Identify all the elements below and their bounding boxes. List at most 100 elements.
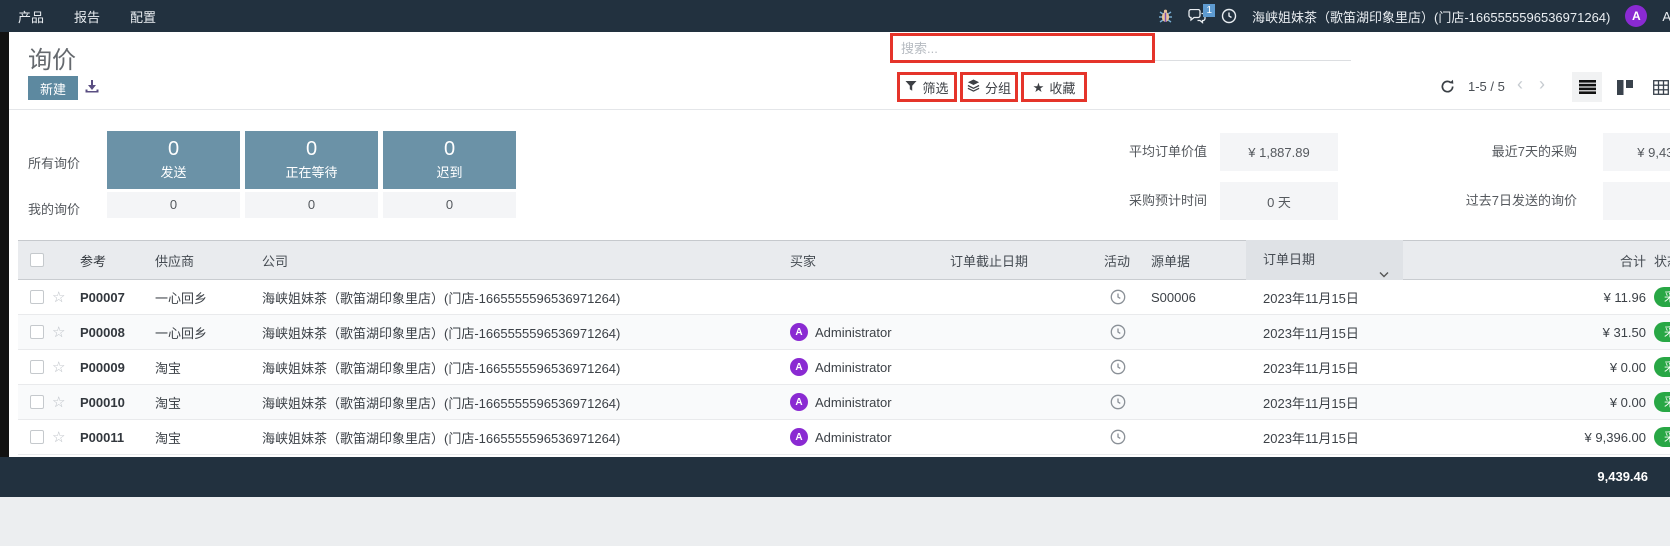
rfq-list-table: 参考 供应商 公司 买家 订单截止日期 活动 源单据 订单日期 合计 状态 ☆ … xyxy=(18,240,1670,455)
stat-label-lead-time: 采购预计时间 xyxy=(1027,182,1207,220)
buyer-name: Administrator xyxy=(815,360,892,375)
cell-vendor: 淘宝 xyxy=(155,428,259,447)
pager-next-icon[interactable]: › xyxy=(1539,74,1545,95)
kpi-my-waiting[interactable]: 0 xyxy=(245,192,378,218)
create-button[interactable]: 新建 xyxy=(28,76,78,100)
status-badge: 采购订单 xyxy=(1654,287,1670,307)
messages-icon[interactable]: 1 xyxy=(1188,9,1206,24)
clock-activity-icon[interactable] xyxy=(1110,289,1126,305)
header-total[interactable]: 合计 xyxy=(1403,251,1646,270)
header-buyer[interactable]: 买家 xyxy=(790,251,946,270)
top-navbar: 产品 报告 配置 1 xyxy=(0,0,1670,32)
favorite-star-icon[interactable]: ☆ xyxy=(52,430,70,445)
cell-company: 海峡姐妹茶（歌笛湖印象里店）(门店-1665555596536971264) xyxy=(262,428,786,447)
kpi-value: 0 xyxy=(383,138,516,161)
favorite-star-icon[interactable]: ☆ xyxy=(52,360,70,375)
favorite-star-icon[interactable]: ☆ xyxy=(52,395,70,410)
row-checkbox[interactable] xyxy=(30,360,44,374)
user-avatar[interactable]: A xyxy=(1625,5,1647,27)
status-badge: 采购订单 xyxy=(1654,427,1670,447)
cell-activity xyxy=(1104,324,1148,340)
refresh-icon[interactable] xyxy=(1440,79,1455,99)
status-badge: 采购订单 xyxy=(1654,392,1670,412)
pager-prev-icon[interactable]: ‹ xyxy=(1517,74,1523,95)
clock-activity-icon[interactable] xyxy=(1110,324,1126,340)
nav-item-configuration[interactable]: 配置 xyxy=(130,7,156,26)
activity-clock-icon[interactable] xyxy=(1221,8,1237,24)
buyer-avatar: A xyxy=(790,428,808,446)
nav-right-cluster: 1 海峡姐妹茶（歌笛湖印象里店）(门店-1665555596536971264)… xyxy=(1158,0,1670,32)
stat-label-rfq-sent-7d: 过去7日发送的询价 xyxy=(1397,182,1577,220)
kpi-my-late[interactable]: 0 xyxy=(383,192,516,218)
kpi-card-sent[interactable]: 0 发送 xyxy=(107,131,240,189)
debug-bug-icon[interactable] xyxy=(1158,9,1173,23)
list-view-button[interactable] xyxy=(1572,72,1602,102)
export-download-icon[interactable] xyxy=(84,79,100,100)
table-row[interactable]: ☆ P00011 淘宝 海峡姐妹茶（歌笛湖印象里店）(门店-1665555596… xyxy=(18,420,1670,455)
header-activities[interactable]: 活动 xyxy=(1104,251,1148,270)
nav-item-reporting[interactable]: 报告 xyxy=(74,7,100,26)
table-footer-bar: 9,439.46 xyxy=(0,457,1670,497)
group-by-button[interactable]: 分组 xyxy=(960,72,1018,102)
group-by-label: 分组 xyxy=(985,78,1011,97)
cell-total: ¥ 0.00 xyxy=(1403,395,1646,410)
header-reference[interactable]: 参考 xyxy=(80,251,152,270)
table-row[interactable]: ☆ P00007 一心回乡 海峡姐妹茶（歌笛湖印象里店）(门店-16655555… xyxy=(18,280,1670,315)
cell-buyer: A Administrator xyxy=(790,323,946,341)
kpi-my-sent[interactable]: 0 xyxy=(107,192,240,218)
header-order-date-label: 订单日期 xyxy=(1263,252,1315,267)
page-title: 询价 xyxy=(28,40,76,75)
select-all-checkbox[interactable] xyxy=(30,253,44,267)
pivot-view-button[interactable] xyxy=(1646,72,1670,102)
nav-menu: 产品 报告 配置 xyxy=(0,7,156,26)
nav-item-products[interactable]: 产品 xyxy=(18,7,44,26)
kpi-label: 迟到 xyxy=(383,162,516,181)
header-vendor[interactable]: 供应商 xyxy=(155,251,259,270)
status-badge: 采购订单 xyxy=(1654,322,1670,342)
kpi-value: 0 xyxy=(107,138,240,161)
header-source-document[interactable]: 源单据 xyxy=(1151,251,1241,270)
kpi-label: 发送 xyxy=(107,162,240,181)
clock-activity-icon[interactable] xyxy=(1110,394,1126,410)
kpi-card-waiting[interactable]: 0 正在等待 xyxy=(245,131,378,189)
table-row[interactable]: ☆ P00010 淘宝 海峡姐妹茶（歌笛湖印象里店）(门店-1665555596… xyxy=(18,385,1670,420)
kanban-view-button[interactable] xyxy=(1610,72,1640,102)
favorite-star-icon[interactable]: ☆ xyxy=(52,325,70,340)
kpi-label: 正在等待 xyxy=(245,162,378,181)
header-order-deadline[interactable]: 订单截止日期 xyxy=(950,251,1098,270)
table-row[interactable]: ☆ P00009 淘宝 海峡姐妹茶（歌笛湖印象里店）(门店-1665555596… xyxy=(18,350,1670,385)
kpi-value: 0 xyxy=(245,138,378,161)
filters-button[interactable]: 筛选 xyxy=(897,72,957,102)
cell-activity xyxy=(1104,394,1148,410)
company-name[interactable]: 海峡姐妹茶（歌笛湖印象里店）(门店-1665555596536971264) xyxy=(1252,7,1610,26)
cell-status: 采购订单 xyxy=(1654,427,1670,447)
filter-funnel-icon xyxy=(905,80,917,95)
row-checkbox[interactable] xyxy=(30,430,44,444)
stat-label-avg-order: 平均订单价值 xyxy=(1027,133,1207,171)
layers-icon xyxy=(967,79,980,95)
row-checkbox[interactable] xyxy=(30,325,44,339)
clock-activity-icon[interactable] xyxy=(1110,429,1126,445)
pager-counter: 1-5 / 5 xyxy=(1468,79,1505,94)
cell-order-date: 2023年11月15日 xyxy=(1246,358,1403,377)
favorites-button[interactable]: ★ 收藏 xyxy=(1021,72,1087,102)
search-box-annotation xyxy=(890,33,1155,63)
buyer-name: Administrator xyxy=(815,325,892,340)
clock-activity-icon[interactable] xyxy=(1110,359,1126,375)
header-order-date-sorted[interactable]: 订单日期 xyxy=(1246,240,1403,280)
row-checkbox[interactable] xyxy=(30,395,44,409)
row-checkbox[interactable] xyxy=(30,290,44,304)
cell-activity xyxy=(1104,429,1148,445)
table-row[interactable]: ☆ P00008 一心回乡 海峡姐妹茶（歌笛湖印象里店）(门店-16655555… xyxy=(18,315,1670,350)
cell-buyer: A Administrator xyxy=(790,358,946,376)
user-name[interactable]: Administrator xyxy=(1662,9,1670,24)
cell-company: 海峡姐妹茶（歌笛湖印象里店）(门店-1665555596536971264) xyxy=(262,323,786,342)
search-input[interactable] xyxy=(893,41,1152,56)
favorite-star-icon[interactable]: ☆ xyxy=(52,290,70,305)
header-status[interactable]: 状态 xyxy=(1654,251,1670,270)
cell-company: 海峡姐妹茶（歌笛湖印象里店）(门店-1665555596536971264) xyxy=(262,393,786,412)
kpi-card-late[interactable]: 0 迟到 xyxy=(383,131,516,189)
cell-total: ¥ 11.96 xyxy=(1403,290,1646,305)
header-company[interactable]: 公司 xyxy=(262,251,786,270)
buyer-avatar: A xyxy=(790,358,808,376)
